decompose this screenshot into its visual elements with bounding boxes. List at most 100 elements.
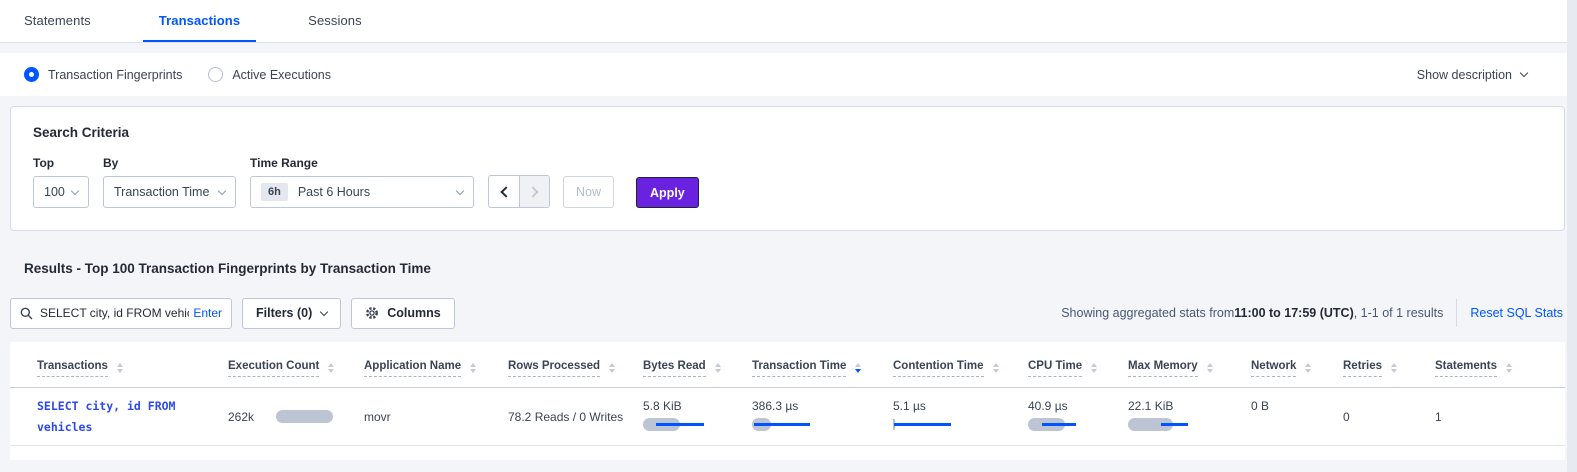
contention-time-bar	[893, 418, 963, 431]
column-header-contention-time[interactable]: Contention Time	[893, 360, 1028, 377]
application-name-cell: movr	[364, 388, 508, 445]
show-description-label: Show description	[1417, 68, 1512, 82]
radio-active-executions[interactable]: Active Executions	[208, 67, 331, 82]
vertical-scrollbar[interactable]	[1567, 0, 1577, 472]
column-header-retries[interactable]: Retries	[1343, 360, 1435, 377]
search-criteria-card: Search Criteria Top 100 By Transaction T…	[10, 106, 1565, 231]
column-header-transactions[interactable]: Transactions	[37, 360, 228, 377]
chevron-left-icon	[500, 186, 511, 197]
execution-count-bar	[276, 410, 336, 423]
transaction-fingerprint-link[interactable]: SELECT city, id FROM vehicles	[37, 388, 228, 445]
sort-icon[interactable]	[1391, 363, 1397, 373]
time-range-label: Time Range	[250, 156, 474, 170]
column-header-max-memory[interactable]: Max Memory	[1128, 360, 1251, 377]
table-row: SELECT city, id FROM vehicles 262k movr …	[10, 388, 1565, 446]
time-range-select[interactable]: 6h Past 6 Hours	[250, 176, 474, 208]
results-controls: Enter Filters (0) Columns Showing aggreg…	[10, 297, 1563, 329]
sort-icon[interactable]	[715, 363, 721, 373]
sort-icon[interactable]	[1305, 363, 1311, 373]
time-next-button[interactable]	[519, 176, 549, 207]
rows-processed-cell: 78.2 Reads / 0 Writes	[508, 388, 643, 445]
time-range-value: Past 6 Hours	[298, 185, 370, 199]
network-cell: 0 B	[1251, 388, 1343, 445]
column-header-application-name[interactable]: Application Name	[364, 360, 508, 377]
tab-statements[interactable]: Statements	[8, 0, 107, 42]
radio-label: Transaction Fingerprints	[48, 68, 182, 82]
contention-time-cell: 5.1 µs	[893, 388, 1028, 445]
transaction-time-bar	[752, 418, 822, 431]
sort-icon[interactable]	[1207, 363, 1213, 373]
sort-icon[interactable]	[328, 363, 334, 373]
tab-transactions[interactable]: Transactions	[143, 0, 256, 42]
time-prev-button[interactable]	[489, 176, 519, 207]
search-input[interactable]	[40, 306, 189, 320]
chevron-right-icon	[527, 186, 538, 197]
chevron-down-icon	[456, 186, 464, 194]
sort-icon-active-desc[interactable]	[855, 363, 861, 373]
chevron-down-icon	[1520, 69, 1528, 77]
column-header-execution-count[interactable]: Execution Count	[228, 360, 364, 377]
stats-suffix: , 1-1 of 1 results	[1354, 306, 1444, 320]
time-range-field: Time Range 6h Past 6 Hours	[250, 156, 474, 208]
sort-icon[interactable]	[470, 363, 476, 373]
top-label: Top	[33, 156, 89, 170]
by-label: By	[103, 156, 236, 170]
search-enter-button[interactable]: Enter	[193, 306, 222, 320]
retries-cell: 0	[1343, 388, 1435, 445]
by-select[interactable]: Transaction Time	[103, 176, 236, 208]
column-header-network[interactable]: Network	[1251, 360, 1343, 377]
sort-icon[interactable]	[1091, 363, 1097, 373]
chevron-down-icon	[71, 186, 79, 194]
max-memory-cell: 22.1 KiB	[1128, 388, 1251, 445]
apply-button[interactable]: Apply	[636, 177, 699, 208]
execution-count-cell: 262k	[228, 388, 364, 445]
column-header-bytes-read[interactable]: Bytes Read	[643, 360, 752, 377]
radio-selected-icon[interactable]	[24, 67, 39, 82]
columns-button[interactable]: Columns	[351, 298, 454, 329]
columns-label: Columns	[387, 306, 440, 320]
table-header-row: Transactions Execution Count Application…	[10, 342, 1565, 388]
cpu-time-cell: 40.9 µs	[1028, 388, 1128, 445]
max-memory-bar	[1128, 418, 1198, 431]
column-header-statements[interactable]: Statements	[1435, 360, 1535, 377]
now-button[interactable]: Now	[563, 176, 614, 208]
column-header-rows-processed[interactable]: Rows Processed	[508, 360, 643, 377]
filters-label: Filters (0)	[256, 306, 312, 320]
reset-sql-stats-link[interactable]: Reset SQL Stats	[1470, 306, 1563, 320]
sort-icon[interactable]	[1506, 363, 1512, 373]
radio-transaction-fingerprints[interactable]: Transaction Fingerprints	[24, 67, 182, 82]
aggregated-stats-text: Showing aggregated stats from 11:00 to 1…	[1061, 306, 1443, 320]
stats-range: 11:00 to 17:59 (UTC)	[1234, 306, 1353, 320]
sort-icon[interactable]	[993, 363, 999, 373]
transaction-time-cell: 386.3 µs	[752, 388, 893, 445]
top-select[interactable]: 100	[33, 176, 89, 208]
show-description-toggle[interactable]: Show description	[1417, 68, 1527, 82]
top-field: Top 100	[33, 156, 89, 208]
bytes-read-bar	[643, 418, 713, 431]
chevron-down-icon	[320, 308, 328, 316]
column-header-cpu-time[interactable]: CPU Time	[1028, 360, 1128, 377]
stats-prefix: Showing aggregated stats from	[1061, 306, 1234, 320]
gear-icon	[365, 306, 379, 320]
view-toggle-band: Transaction Fingerprints Active Executio…	[0, 53, 1577, 96]
search-box[interactable]: Enter	[10, 298, 232, 329]
chevron-down-icon	[218, 186, 226, 194]
search-icon	[20, 307, 33, 320]
column-header-transaction-time[interactable]: Transaction Time	[752, 360, 893, 377]
sort-icon[interactable]	[117, 363, 123, 373]
page-tabs: Statements Transactions Sessions	[0, 0, 1577, 43]
transactions-table: Transactions Execution Count Application…	[10, 342, 1565, 460]
time-range-badge: 6h	[261, 183, 288, 201]
top-select-value: 100	[44, 185, 65, 199]
statements-cell: 1	[1435, 388, 1535, 445]
sort-icon[interactable]	[609, 363, 615, 373]
radio-label: Active Executions	[232, 68, 331, 82]
radio-unselected-icon[interactable]	[208, 67, 223, 82]
filters-button[interactable]: Filters (0)	[242, 298, 341, 329]
time-nav-group	[488, 175, 550, 208]
tab-sessions[interactable]: Sessions	[292, 0, 378, 42]
cpu-time-bar	[1028, 418, 1098, 431]
search-criteria-title: Search Criteria	[33, 125, 1564, 140]
by-field: By Transaction Time	[103, 156, 236, 208]
results-heading: Results - Top 100 Transaction Fingerprin…	[24, 261, 1577, 276]
